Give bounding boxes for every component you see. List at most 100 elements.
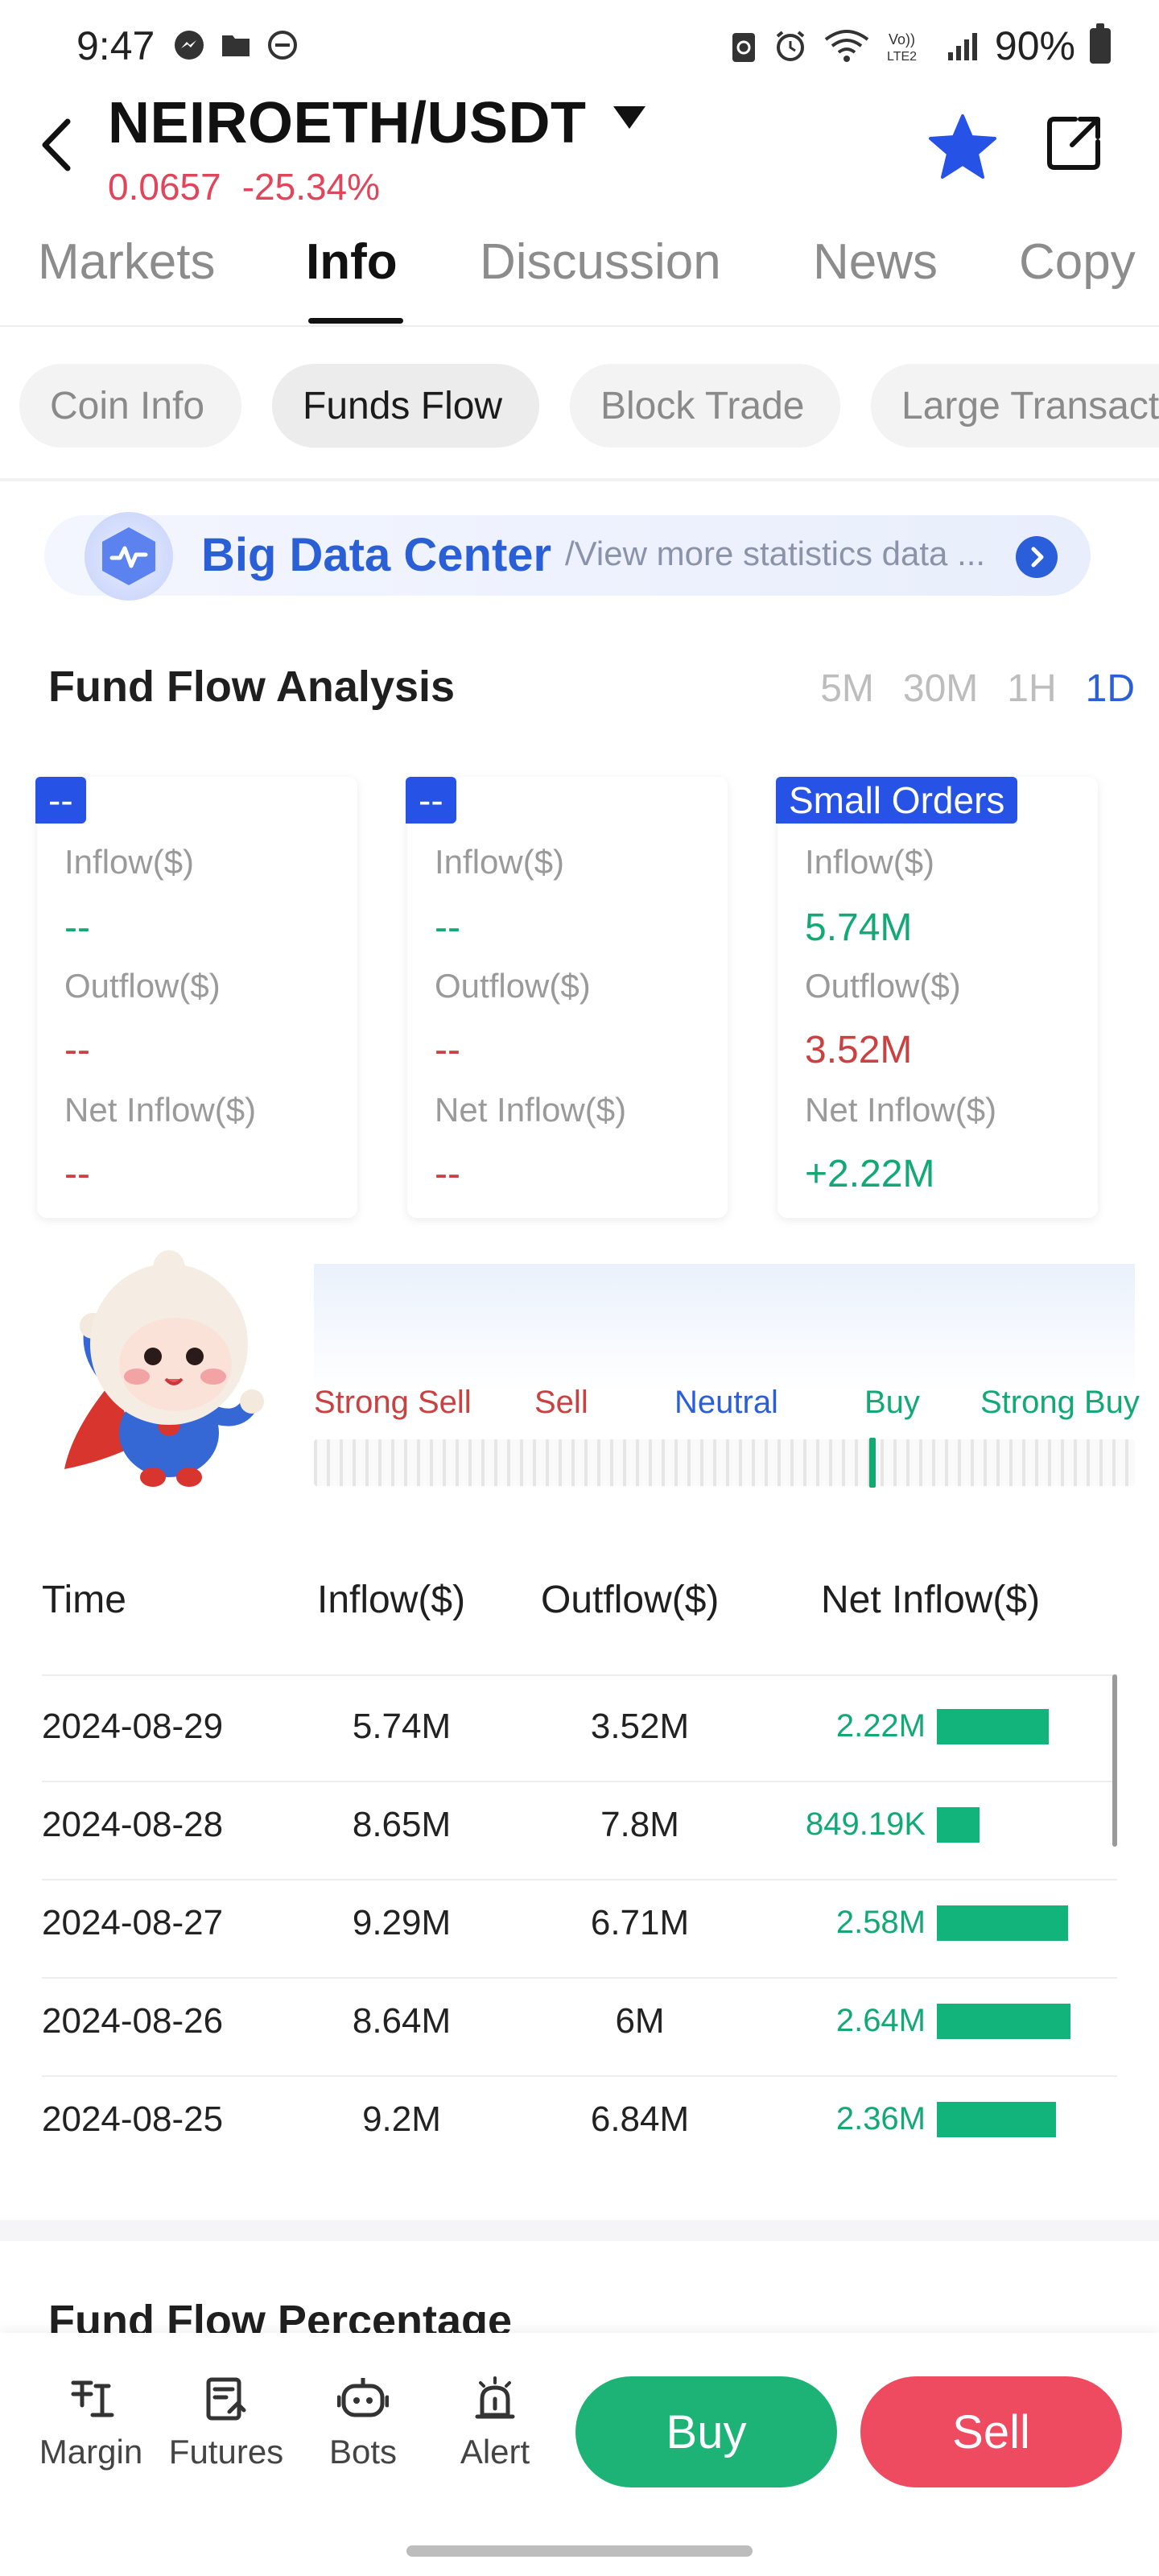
card-inflow-value: -- — [64, 906, 90, 949]
volte-icon: Vo)) LTE2 — [887, 31, 917, 64]
bots-icon — [337, 2378, 389, 2417]
cell-net-inflow: 2.36M — [835, 2101, 926, 2136]
alarm-icon — [776, 31, 805, 61]
banner-subtitle: /View more statistics data ... — [565, 535, 986, 572]
folder-icon — [222, 35, 250, 56]
nav-bots[interactable]: Bots — [303, 2375, 423, 2471]
card-outflow-value: 3.52M — [805, 1029, 913, 1071]
alert-icon — [475, 2376, 515, 2419]
cell-net-inflow: 2.58M — [835, 1905, 926, 1940]
tab-news[interactable]: News — [813, 233, 938, 291]
card-inflow-label: Inflow($) — [435, 843, 565, 881]
subtab-funds-flow[interactable]: Funds Flow — [272, 364, 539, 448]
table-divider — [42, 1674, 1117, 1676]
nav-label: Margin — [39, 2433, 143, 2471]
banner-arrow-button[interactable] — [1016, 536, 1058, 578]
subtab-block-trade[interactable]: Block Trade — [570, 364, 840, 448]
tab-copy[interactable]: Copy — [1019, 233, 1136, 291]
row-divider — [42, 1781, 1117, 1782]
battery-percent: 90% — [994, 23, 1075, 68]
nav-margin[interactable]: Margin — [31, 2375, 151, 2471]
banner-title: Big Data Center — [201, 529, 552, 581]
home-indicator[interactable] — [406, 2545, 753, 2557]
nav-label: Bots — [328, 2433, 398, 2471]
period-tabs: 5M 30M 1H 1D — [820, 667, 1135, 711]
subtab-coin-info[interactable]: Coin Info — [19, 364, 241, 448]
period-30m[interactable]: 30M — [903, 667, 978, 711]
tab-info[interactable]: Info — [306, 233, 398, 291]
card-net-value: +2.22M — [805, 1153, 935, 1195]
recycle-battery-icon — [732, 33, 755, 62]
cell-inflow: 9.2M — [362, 2099, 441, 2139]
mascot-illustration — [64, 1250, 264, 1487]
period-1h[interactable]: 1H — [1007, 667, 1056, 711]
nav-alert[interactable]: Alert — [435, 2375, 555, 2471]
tab-markets[interactable]: Markets — [38, 233, 215, 291]
buy-button[interactable]: Buy — [575, 2376, 837, 2487]
cell-time: 2024-08-27 — [42, 1903, 224, 1942]
battery-icon — [1090, 23, 1111, 64]
tabs-divider — [0, 325, 1159, 327]
th-inflow: Inflow($) — [317, 1579, 466, 1621]
cell-inflow: 8.64M — [352, 2001, 452, 2041]
chevron-left-icon — [42, 118, 71, 171]
th-outflow: Outflow($) — [541, 1579, 720, 1621]
fund-flow-title: Fund Flow Analysis — [48, 663, 456, 711]
sentiment-neutral: Neutral — [674, 1385, 778, 1420]
row-divider — [42, 1879, 1117, 1880]
th-net-inflow: Net Inflow($) — [821, 1579, 1041, 1621]
hexagon-chart-icon — [102, 527, 155, 585]
cell-net-inflow: 2.64M — [835, 2003, 926, 2038]
wifi-icon — [824, 30, 869, 62]
card-net-value: -- — [64, 1153, 90, 1195]
sentiment-background — [314, 1264, 1135, 1393]
share-icon[interactable] — [1043, 113, 1104, 174]
price-change: -25.34% — [241, 166, 381, 208]
net-inflow-bar — [937, 2102, 1056, 2137]
cell-outflow: 3.52M — [590, 1707, 690, 1746]
net-inflow-bar — [937, 1905, 1068, 1941]
card-outflow-value: -- — [64, 1029, 90, 1071]
cell-net-inflow: 849.19K — [805, 1806, 926, 1842]
status-icons-left — [173, 29, 299, 61]
nav-futures[interactable]: Futures — [166, 2375, 287, 2471]
svg-text:Vo)): Vo)) — [889, 31, 915, 47]
cell-inflow: 8.65M — [352, 1805, 452, 1844]
caret-down-icon[interactable] — [612, 105, 647, 132]
period-1d[interactable]: 1D — [1086, 667, 1135, 711]
back-button[interactable] — [32, 113, 80, 177]
cell-time: 2024-08-26 — [42, 2001, 224, 2041]
margin-icon — [71, 2380, 114, 2417]
cell-time: 2024-08-25 — [42, 2099, 224, 2139]
pair-title[interactable]: NEIROETH/USDT — [108, 90, 587, 156]
status-time: 9:47 — [76, 23, 155, 68]
big-data-logo — [85, 512, 173, 601]
period-5m[interactable]: 5M — [820, 667, 874, 711]
last-price: 0.0657 — [108, 166, 221, 208]
star-icon[interactable] — [927, 113, 998, 180]
cell-time: 2024-08-29 — [42, 1707, 224, 1746]
card-net-label: Net Inflow($) — [805, 1091, 997, 1129]
cell-time: 2024-08-28 — [42, 1805, 224, 1844]
cell-outflow: 7.8M — [600, 1805, 679, 1844]
table-scrollbar[interactable] — [1112, 1674, 1117, 1847]
card-tag: -- — [35, 777, 86, 824]
net-inflow-bar — [937, 1709, 1049, 1744]
card-inflow-label: Inflow($) — [805, 843, 935, 881]
card-outflow-value: -- — [435, 1029, 460, 1071]
tab-discussion[interactable]: Discussion — [480, 233, 721, 291]
cell-outflow: 6M — [615, 2001, 665, 2041]
card-tag: -- — [406, 777, 456, 824]
card-outflow-label: Outflow($) — [805, 967, 961, 1005]
futures-icon — [206, 2377, 246, 2421]
status-right: Vo)) LTE2 90% — [729, 23, 1111, 69]
row-divider — [42, 2075, 1117, 2077]
cell-outflow: 6.71M — [590, 1903, 690, 1942]
nav-label: Futures — [168, 2433, 284, 2471]
sell-button[interactable]: Sell — [860, 2376, 1122, 2487]
cell-outflow: 6.84M — [590, 2099, 690, 2139]
nav-label: Alert — [460, 2433, 530, 2471]
sentiment-scale — [314, 1439, 1135, 1486]
tab-underline — [308, 318, 403, 324]
subtab-large-transact[interactable]: Large Transact — [871, 364, 1159, 448]
